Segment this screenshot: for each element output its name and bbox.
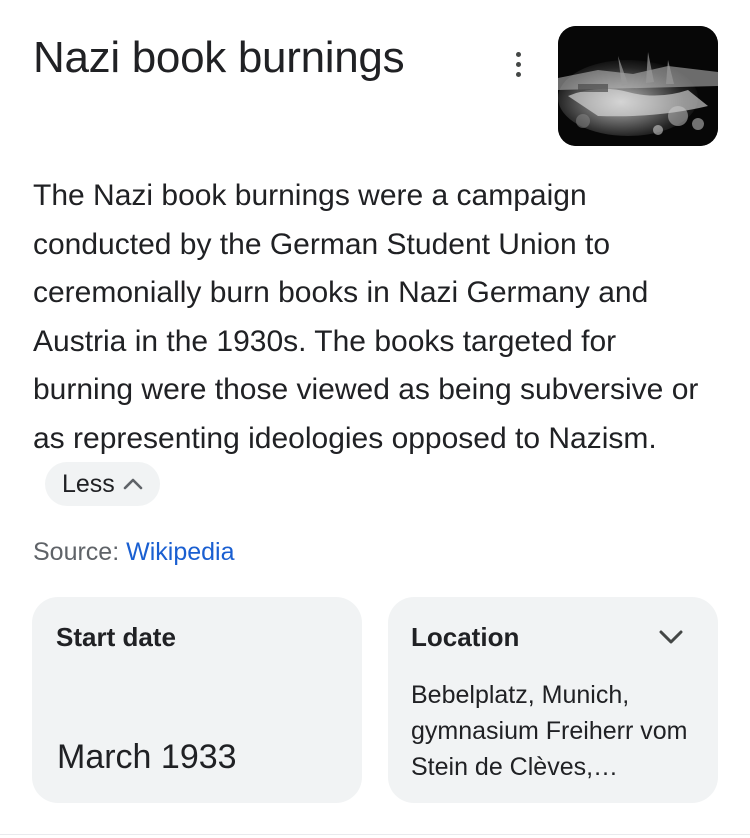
start-date-card: Start date March 1933 (32, 597, 362, 803)
less-label: Less (62, 469, 115, 498)
more-options-button[interactable] (500, 42, 536, 86)
topic-thumbnail-image[interactable] (558, 26, 718, 146)
source-attribution: Source: Wikipedia (33, 534, 234, 570)
bottom-divider (0, 834, 750, 835)
location-card[interactable]: Location Bebelplatz, Munich, gymnasium F… (388, 597, 718, 803)
more-vert-icon-dot (515, 71, 521, 77)
less-button[interactable]: Less (45, 462, 160, 507)
chevron-down-icon[interactable] (658, 629, 684, 645)
description-text: The Nazi book burnings were a campaign c… (33, 179, 699, 455)
wikipedia-link[interactable]: Wikipedia (126, 538, 234, 566)
location-value: Bebelplatz, Munich, gymnasium Freiherr v… (411, 681, 688, 781)
start-date-label: Start date (56, 622, 176, 652)
start-date-value: March 1933 (57, 738, 237, 776)
more-vert-icon (515, 51, 521, 57)
page-title: Nazi book burnings (33, 33, 405, 82)
location-label: Location (411, 622, 520, 652)
description-paragraph: The Nazi book burnings were a campaign c… (33, 172, 723, 512)
book-burning-photo (558, 26, 718, 146)
more-vert-icon-dot (515, 61, 521, 67)
source-prefix: Source: (33, 538, 127, 566)
chevron-up-icon (123, 478, 143, 490)
